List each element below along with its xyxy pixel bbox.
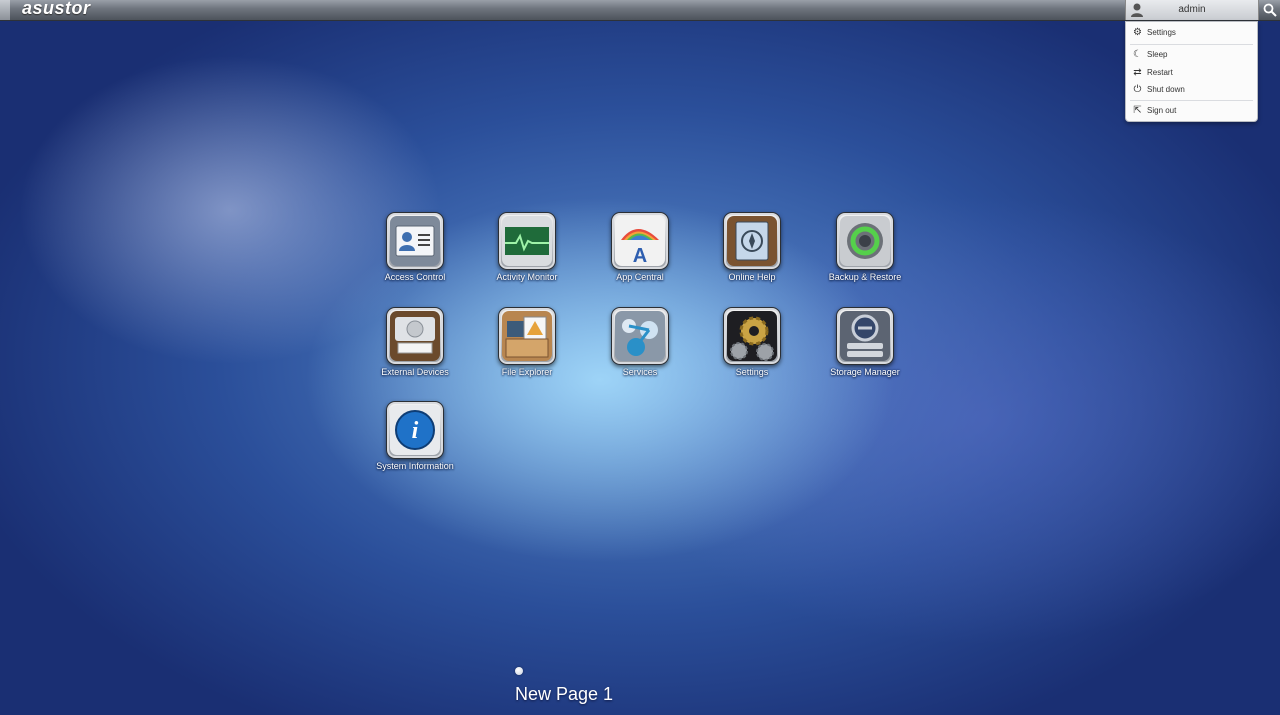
app-app-central[interactable]: A App Central: [590, 212, 690, 282]
backup-restore-icon: [836, 212, 894, 270]
app-label: Online Help: [728, 272, 776, 282]
file-explorer-icon: [498, 307, 556, 365]
app-backup-restore[interactable]: Backup & Restore: [815, 212, 915, 282]
app-storage-manager[interactable]: Storage Manager: [815, 307, 915, 377]
app-online-help[interactable]: Online Help: [702, 212, 802, 282]
menu-item-label: Shut down: [1147, 85, 1185, 94]
sign-out-icon: ⇱: [1133, 105, 1142, 116]
asustor-logo: asustor: [22, 0, 91, 18]
menu-item-settings[interactable]: ⚙ Settings: [1126, 25, 1257, 42]
user-account-button[interactable]: admin: [1125, 0, 1259, 20]
app-label: External Devices: [381, 367, 449, 377]
search-icon[interactable]: [1262, 2, 1278, 18]
power-icon: ⏻: [1133, 84, 1142, 95]
top-bar: asustor admin: [0, 0, 1280, 21]
app-label: Settings: [735, 367, 769, 377]
app-settings[interactable]: Settings: [702, 307, 802, 377]
menu-item-label: Settings: [1147, 28, 1176, 37]
services-icon: [611, 307, 669, 365]
menu-item-label: Sign out: [1147, 106, 1177, 115]
storage-manager-icon: [836, 307, 894, 365]
menu-divider: [1130, 44, 1253, 45]
page-title: New Page 1: [515, 684, 614, 704]
app-label: System Information: [376, 461, 454, 471]
user-menu: ⚙ Settings ☾ Sleep ⇄ Restart ⏻ Shut down…: [1125, 21, 1258, 122]
menu-item-sleep[interactable]: ☾ Sleep: [1126, 47, 1257, 64]
menu-item-shut-down[interactable]: ⏻ Shut down: [1126, 82, 1257, 99]
online-help-icon: [723, 212, 781, 270]
app-activity-monitor[interactable]: Activity Monitor: [477, 212, 577, 282]
restart-icon: ⇄: [1133, 67, 1142, 78]
app-label: Backup & Restore: [828, 272, 902, 282]
settings-icon: [723, 307, 781, 365]
app-label: File Explorer: [501, 367, 553, 377]
app-label: Services: [622, 367, 658, 377]
menu-divider: [1130, 100, 1253, 101]
menu-item-sign-out[interactable]: ⇱ Sign out: [1126, 103, 1257, 120]
app-services[interactable]: Services: [590, 307, 690, 377]
system-information-icon: i: [386, 401, 444, 459]
logo-tab: [0, 0, 10, 20]
app-label: App Central: [616, 272, 664, 282]
external-devices-icon: [386, 307, 444, 365]
app-central-icon: A: [611, 212, 669, 270]
menu-item-label: Sleep: [1147, 50, 1168, 59]
app-label: Storage Manager: [830, 367, 900, 377]
app-label: Activity Monitor: [496, 272, 558, 282]
page-indicator-dot[interactable]: [515, 667, 523, 675]
svg-text:A: A: [633, 245, 647, 266]
app-external-devices[interactable]: External Devices: [365, 307, 465, 377]
moon-icon: ☾: [1133, 49, 1142, 60]
activity-monitor-icon: [498, 212, 556, 270]
app-label: Access Control: [384, 272, 446, 282]
user-name: admin: [1178, 4, 1206, 15]
app-file-explorer[interactable]: File Explorer: [477, 307, 577, 377]
svg-text:i: i: [412, 418, 419, 444]
gear-icon: ⚙: [1133, 27, 1142, 38]
access-control-icon: [386, 212, 444, 270]
menu-item-label: Restart: [1147, 68, 1173, 77]
app-access-control[interactable]: Access Control: [365, 212, 465, 282]
app-system-information[interactable]: i System Information: [365, 401, 465, 471]
menu-item-restart[interactable]: ⇄ Restart: [1126, 65, 1257, 82]
